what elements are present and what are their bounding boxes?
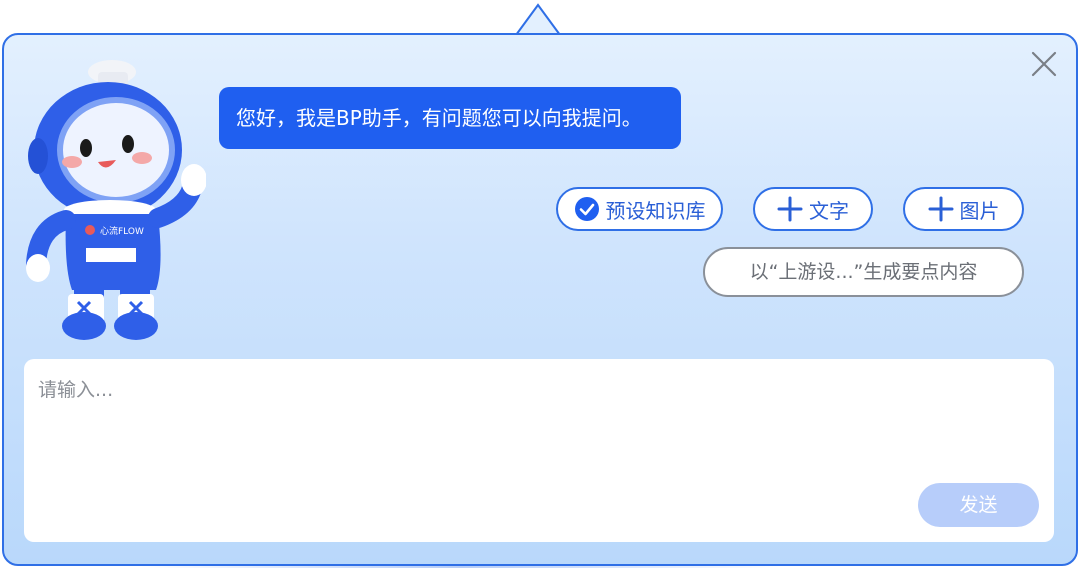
greeting-bubble: 您好，我是BP助手，有问题您可以向我提问。 [219, 87, 681, 149]
add-image-button[interactable]: 图片 [903, 187, 1024, 231]
add-text-button[interactable]: 文字 [753, 187, 873, 231]
add-image-label: 图片 [959, 198, 1000, 223]
panel-pointer [516, 3, 560, 37]
mascot-illustration: 心流FLOW [26, 60, 206, 340]
close-button[interactable] [1028, 48, 1060, 80]
close-icon [1031, 51, 1057, 77]
send-button[interactable]: 发送 [918, 483, 1039, 527]
check-circle-icon [574, 196, 600, 222]
plus-icon [928, 196, 954, 222]
bottom-edge-decoration [140, 564, 780, 568]
input-area [24, 359, 1054, 542]
add-text-label: 文字 [809, 198, 849, 223]
mascot-badge: 心流FLOW [100, 225, 144, 237]
plus-icon [777, 196, 803, 222]
knowledge-base-button[interactable]: 预设知识库 [556, 187, 723, 231]
message-input[interactable] [38, 375, 1038, 475]
suggestion-chip[interactable]: 以“上游设...”生成要点内容 [703, 247, 1024, 297]
knowledge-base-label: 预设知识库 [605, 198, 706, 223]
